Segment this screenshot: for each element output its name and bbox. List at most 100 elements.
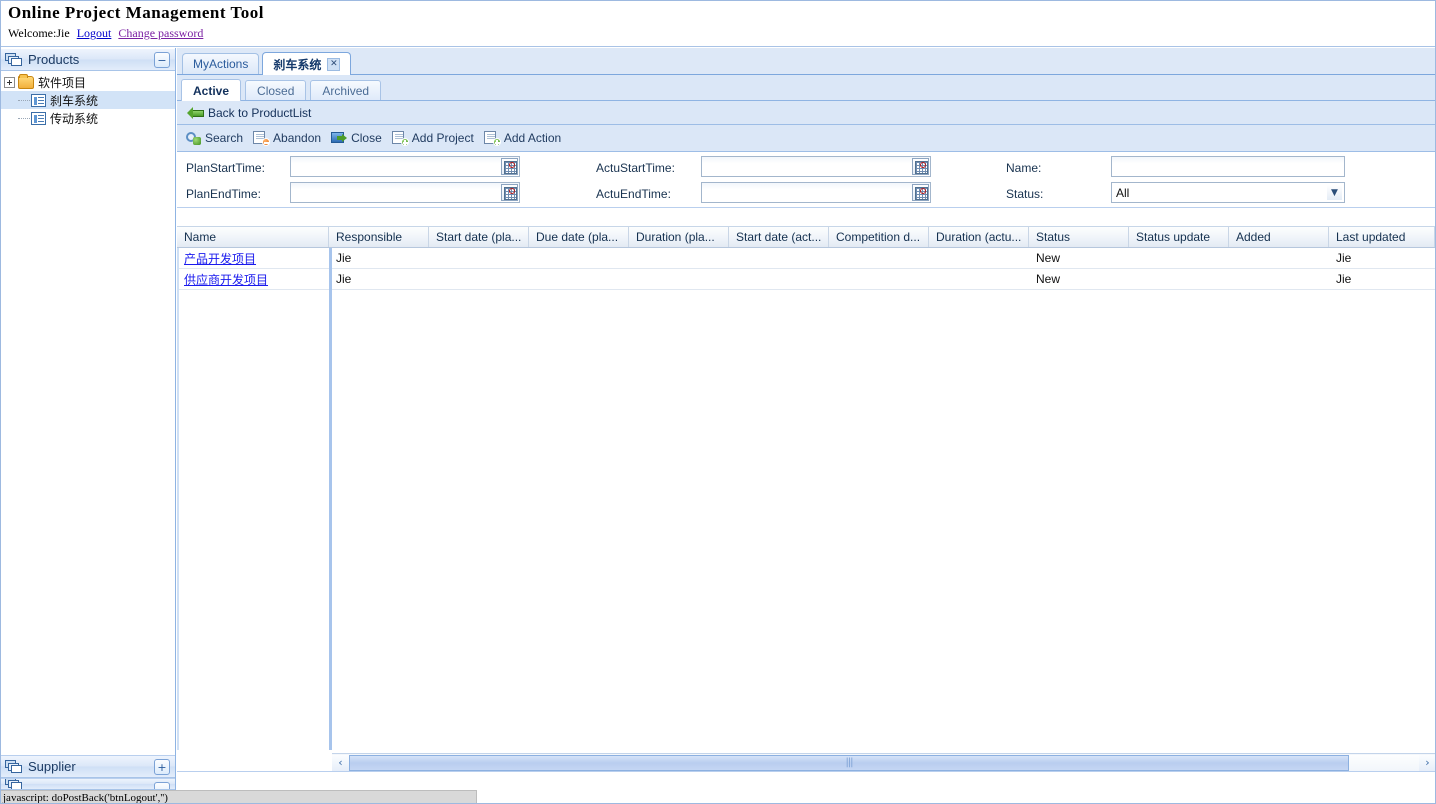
close-icon[interactable]: ✕ bbox=[327, 57, 341, 71]
tree-node-brake-system[interactable]: 刹车系统 bbox=[0, 91, 175, 109]
tab-myactions[interactable]: MyActions bbox=[182, 53, 260, 74]
abandon-button[interactable]: Abandon bbox=[253, 130, 321, 146]
add-action-button[interactable]: Add Action bbox=[483, 130, 561, 146]
stacked-windows-icon bbox=[5, 759, 22, 774]
grid-cell-duration-plan bbox=[629, 269, 729, 290]
tree-node-software-project[interactable]: 软件项目 bbox=[0, 73, 175, 91]
status-bar-text: javascript: doPostBack('btnLogout','') bbox=[3, 792, 168, 804]
grid-column-header[interactable]: Name bbox=[177, 227, 329, 247]
document-icon bbox=[31, 93, 46, 107]
toolbar-label: Close bbox=[351, 131, 382, 145]
table-row[interactable]: 产品开发项目 Jie New Jie bbox=[177, 248, 1436, 269]
stacked-windows-icon bbox=[5, 779, 22, 789]
grid-cell-due-date-plan bbox=[529, 248, 629, 269]
grid-column-header[interactable]: Last updated bbox=[1329, 227, 1435, 247]
calendar-icon[interactable] bbox=[912, 158, 929, 175]
toolbar: Search Abandon Close Add Project Add Act… bbox=[177, 125, 1436, 152]
name-field[interactable] bbox=[1111, 156, 1345, 177]
app-header: Online Project Management Tool Welcome:J… bbox=[0, 0, 1436, 47]
tree-node-transmission-system[interactable]: 传动系统 bbox=[0, 109, 175, 127]
grid-column-header[interactable]: Status bbox=[1029, 227, 1129, 247]
sidebar-panel-products-label: Products bbox=[28, 52, 80, 67]
sub-tab-label: Archived bbox=[322, 83, 370, 98]
grid-left-edge bbox=[177, 248, 179, 750]
scroll-right-arrow-icon[interactable]: › bbox=[1419, 754, 1436, 771]
planstarttime-field[interactable] bbox=[290, 156, 520, 177]
grid-column-header[interactable]: Status update bbox=[1129, 227, 1229, 247]
actuendtime-label: ActuEndTime: bbox=[596, 187, 671, 201]
actuendtime-field[interactable] bbox=[701, 182, 931, 203]
expand-supplier-button[interactable]: + bbox=[154, 759, 170, 775]
scrollbar-track[interactable] bbox=[349, 754, 1419, 771]
actustarttime-field[interactable] bbox=[701, 156, 931, 177]
expand-partial-button[interactable] bbox=[154, 782, 170, 789]
planstarttime-label: PlanStartTime: bbox=[186, 161, 265, 175]
grid-cell-due-date-plan bbox=[529, 269, 629, 290]
sub-tab-label: Active bbox=[193, 83, 230, 98]
tab-active[interactable]: Active bbox=[181, 79, 242, 101]
grid-column-header[interactable]: Responsible bbox=[329, 227, 429, 247]
grid-cell-duration-actual bbox=[929, 269, 1029, 290]
grid-column-header[interactable]: Duration (actu... bbox=[929, 227, 1029, 247]
grid-column-header[interactable]: Duration (pla... bbox=[629, 227, 729, 247]
project-name-link[interactable]: 产品开发项目 bbox=[184, 250, 256, 267]
sidebar-panel-products[interactable]: Products − bbox=[0, 48, 175, 71]
grid-column-header[interactable]: Start date (act... bbox=[729, 227, 829, 247]
expand-plus-icon[interactable] bbox=[4, 76, 15, 88]
calendar-icon[interactable] bbox=[501, 184, 518, 201]
sidebar-panel-supplier[interactable]: Supplier + bbox=[0, 755, 175, 778]
grid-column-header-label: Status update bbox=[1136, 230, 1211, 244]
grid-cell-text: Jie bbox=[336, 251, 352, 265]
grid-column-header[interactable]: Start date (pla... bbox=[429, 227, 529, 247]
planendtime-field[interactable] bbox=[290, 182, 520, 203]
grid-column-header[interactable]: Competition d... bbox=[829, 227, 929, 247]
name-label: Name: bbox=[1006, 161, 1042, 175]
grid-cell-duration-plan bbox=[629, 248, 729, 269]
grid-column-header-label: Last updated bbox=[1336, 230, 1406, 244]
tab-archived[interactable]: Archived bbox=[310, 80, 382, 100]
name-input[interactable] bbox=[1112, 158, 1344, 175]
collapse-products-button[interactable]: − bbox=[154, 52, 170, 68]
planstarttime-input[interactable] bbox=[291, 158, 501, 175]
project-name-link[interactable]: 供应商开发项目 bbox=[184, 271, 268, 288]
grid-column-header[interactable]: Due date (pla... bbox=[529, 227, 629, 247]
grid-cell-text: Jie bbox=[336, 272, 352, 286]
planendtime-input[interactable] bbox=[291, 184, 501, 201]
welcome-row: Welcome:Jie Logout Change password bbox=[6, 25, 1436, 41]
tab-closed[interactable]: Closed bbox=[245, 80, 307, 100]
scroll-left-arrow-icon[interactable]: ‹ bbox=[332, 754, 349, 771]
tab-brake-system[interactable]: 刹车系统 ✕ bbox=[262, 52, 352, 75]
chevron-down-icon[interactable]: ▼ bbox=[1327, 185, 1342, 200]
grid-cell-start-date-plan bbox=[429, 269, 529, 290]
grid-body: 产品开发项目 Jie New Jie 供应商开发项目 Jie New Jie bbox=[177, 248, 1436, 750]
actuendtime-input[interactable] bbox=[702, 184, 912, 201]
add-project-button[interactable]: Add Project bbox=[391, 130, 474, 146]
logout-link[interactable]: Logout bbox=[77, 26, 112, 40]
grid-column-header-label: Duration (actu... bbox=[936, 230, 1022, 244]
grid-column-header[interactable]: Added bbox=[1229, 227, 1329, 247]
grid-column-header-label: Responsible bbox=[336, 230, 403, 244]
sidebar: Products − 软件项目 刹车系统 传动系统 Supplier + bbox=[0, 48, 176, 790]
actustarttime-label: ActuStartTime: bbox=[596, 161, 675, 175]
close-button[interactable]: Close bbox=[331, 131, 382, 146]
grid-cell-status: New bbox=[1029, 269, 1129, 290]
change-password-link[interactable]: Change password bbox=[118, 26, 203, 40]
status-label: Status: bbox=[1006, 187, 1044, 201]
back-link-label: Back to ProductList bbox=[208, 105, 312, 120]
actustarttime-input[interactable] bbox=[702, 158, 912, 175]
scrollbar-thumb[interactable] bbox=[349, 754, 1349, 771]
table-row[interactable]: 供应商开发项目 Jie New Jie bbox=[177, 269, 1436, 290]
grid-header-row: Name Responsible Start date (pla... Due dat… bbox=[177, 226, 1436, 248]
horizontal-scrollbar[interactable]: ‹ › bbox=[332, 753, 1436, 771]
back-to-productlist-link[interactable]: Back to ProductList bbox=[187, 106, 311, 120]
calendar-icon[interactable] bbox=[501, 158, 518, 175]
sidebar-panel-partial[interactable] bbox=[0, 778, 175, 790]
search-button[interactable]: Search bbox=[185, 131, 243, 146]
page-title: Online Project Management Tool bbox=[8, 3, 264, 22]
calendar-icon[interactable] bbox=[912, 184, 929, 201]
page-plus-icon bbox=[391, 130, 409, 146]
status-select[interactable]: All ▼ bbox=[1111, 182, 1345, 203]
tree-connector bbox=[18, 99, 30, 101]
grid-cell-text: Jie bbox=[1336, 251, 1352, 265]
tree-connector bbox=[18, 117, 30, 119]
